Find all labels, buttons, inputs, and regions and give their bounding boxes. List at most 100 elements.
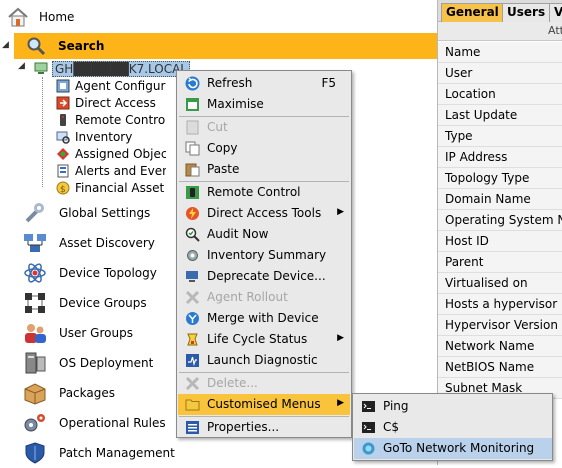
home-label: Home xyxy=(39,10,75,24)
menu-item-direct-access-tools[interactable]: Direct Access Tools ▶ xyxy=(178,203,350,224)
tree-item-inventory[interactable]: Inventory xyxy=(56,129,166,146)
menu-item-remote-control[interactable]: Remote Control xyxy=(178,182,350,203)
property-row[interactable]: Type xyxy=(438,126,562,147)
terminal-icon xyxy=(362,401,375,412)
package-icon xyxy=(24,383,46,405)
tree-item-remote-control[interactable]: Remote Control xyxy=(56,112,166,129)
menu-item-cut[interactable]: Cut xyxy=(178,117,350,138)
menu-item-properties[interactable]: Properties... xyxy=(178,417,350,438)
diagnostic-icon xyxy=(186,354,199,367)
menu-item-label: GoTo Network Monitoring xyxy=(383,441,535,455)
module-label: Global Settings xyxy=(59,206,151,220)
menu-shortcut: F5 xyxy=(321,76,336,90)
menu-item-copy[interactable]: Copy xyxy=(178,138,350,159)
life-cycle-icon xyxy=(187,333,198,346)
collapse-toggle-icon[interactable]: ◢ xyxy=(2,40,9,50)
asset-discovery-icon xyxy=(24,234,46,252)
menu-item-maximise[interactable]: Maximise xyxy=(178,94,350,115)
module-label: Device Topology xyxy=(59,266,157,280)
menu-item-label: Remote Control xyxy=(207,185,301,199)
menu-item-label: Copy xyxy=(207,141,238,155)
menu-item-deprecate-device[interactable]: Deprecate Device... xyxy=(178,266,350,287)
agent-rollout-icon xyxy=(185,290,200,305)
property-row[interactable]: Location xyxy=(438,84,562,105)
menu-item-customised-menus[interactable]: Customised Menus ▶ xyxy=(178,394,350,415)
paste-icon xyxy=(185,163,200,177)
submenu-item-c-share[interactable]: C$ xyxy=(354,417,552,438)
property-label: IP Address xyxy=(445,150,508,164)
tab-more[interactable]: Vi xyxy=(549,3,562,22)
tree-item-agent-configuration[interactable]: Agent Configuration xyxy=(56,78,166,95)
property-label: Host ID xyxy=(445,234,489,248)
tree-item-label: Assigned Objects xyxy=(75,147,166,161)
computer-icon xyxy=(34,62,48,74)
menu-item-label: Ping xyxy=(383,399,409,413)
property-label: Hypervisor Version xyxy=(445,318,558,332)
property-row[interactable]: Name xyxy=(438,42,562,63)
menu-item-label: Paste xyxy=(207,162,240,176)
menu-item-label: Maximise xyxy=(207,97,264,111)
tree-item-label: Direct Access xyxy=(75,96,156,110)
module-label: Packages xyxy=(59,386,115,400)
menu-item-paste[interactable]: Paste xyxy=(178,159,350,180)
device-name-label: GH██████K7.LOCAL xyxy=(52,61,190,77)
user-groups-icon xyxy=(25,324,46,343)
cut-icon xyxy=(186,120,199,135)
module-label: Asset Discovery xyxy=(59,236,155,250)
property-row[interactable]: Operating System Na xyxy=(438,210,562,231)
attribute-column-header[interactable]: Att xyxy=(438,22,562,41)
property-row[interactable]: Domain Name xyxy=(438,189,562,210)
tree-item-direct-access[interactable]: Direct Access xyxy=(56,95,166,112)
menu-item-label: Life Cycle Status xyxy=(207,332,308,346)
menu-item-audit-now[interactable]: Audit Now xyxy=(178,224,350,245)
tree-item-financial-asset[interactable]: $ Financial Asset xyxy=(56,180,166,197)
property-row[interactable]: Topology Type xyxy=(438,168,562,189)
property-row[interactable]: IP Address xyxy=(438,147,562,168)
financial-asset-icon: $ xyxy=(56,181,70,195)
expand-icon[interactable]: ◢ xyxy=(18,61,25,71)
property-label: Parent xyxy=(445,255,484,269)
menu-item-life-cycle-status[interactable]: Life Cycle Status ▶ xyxy=(178,329,350,350)
maximise-icon xyxy=(186,98,199,111)
property-row[interactable]: Parent xyxy=(438,252,562,273)
menu-item-label: Launch Diagnostic xyxy=(207,353,318,367)
menu-item-inventory-summary[interactable]: Inventory Summary xyxy=(178,245,350,266)
property-row[interactable]: Last Update xyxy=(438,105,562,126)
wrench-icon xyxy=(25,203,44,223)
property-label: Name xyxy=(445,45,481,59)
tree-item-assigned-objects[interactable]: Assigned Objects xyxy=(56,146,166,163)
os-deployment-icon xyxy=(25,352,46,374)
tree-item-search[interactable]: Search xyxy=(14,33,437,59)
menu-item-merge-with-device[interactable]: Merge with Device xyxy=(178,308,350,329)
property-row[interactable]: Network Name xyxy=(438,336,562,357)
tree-item-alerts-and-events[interactable]: Alerts and Events xyxy=(56,163,166,180)
module-label: User Groups xyxy=(59,326,133,340)
tab-users[interactable]: Users xyxy=(502,3,551,22)
property-row[interactable]: Hypervisor Version xyxy=(438,315,562,336)
direct-access-tools-icon xyxy=(186,207,199,220)
menu-item-label: Delete... xyxy=(207,376,258,390)
module-label: Operational Rules xyxy=(59,416,166,430)
tab-general[interactable]: General xyxy=(441,3,504,22)
menu-item-launch-diagnostic[interactable]: Launch Diagnostic xyxy=(178,350,350,371)
menu-item-refresh[interactable]: Refresh F5 xyxy=(178,73,350,94)
column-header-label: Att xyxy=(548,24,562,37)
property-row[interactable]: NetBIOS Name xyxy=(438,357,562,378)
copy-icon xyxy=(185,141,200,156)
submenu-item-ping[interactable]: Ping xyxy=(354,396,552,417)
tree-item-home[interactable]: Home xyxy=(0,2,437,32)
menu-item-agent-rollout[interactable]: Agent Rollout xyxy=(178,287,350,308)
property-row[interactable]: User xyxy=(438,63,562,84)
property-row[interactable]: Virtualised on xyxy=(438,273,562,294)
submenu-item-goto-network-monitoring[interactable]: GoTo Network Monitoring xyxy=(354,438,552,459)
property-row[interactable]: Hosts a hypervisor xyxy=(438,294,562,315)
menu-item-delete[interactable]: Delete... xyxy=(178,373,350,394)
property-label: User xyxy=(445,66,473,80)
module-label: OS Deployment xyxy=(59,356,154,370)
menu-item-label: Inventory Summary xyxy=(207,248,327,262)
inventory-summary-icon xyxy=(187,250,198,261)
property-row[interactable]: Host ID xyxy=(438,231,562,252)
folder-icon xyxy=(185,399,200,411)
search-label: Search xyxy=(58,39,105,53)
property-label: Location xyxy=(445,87,496,101)
